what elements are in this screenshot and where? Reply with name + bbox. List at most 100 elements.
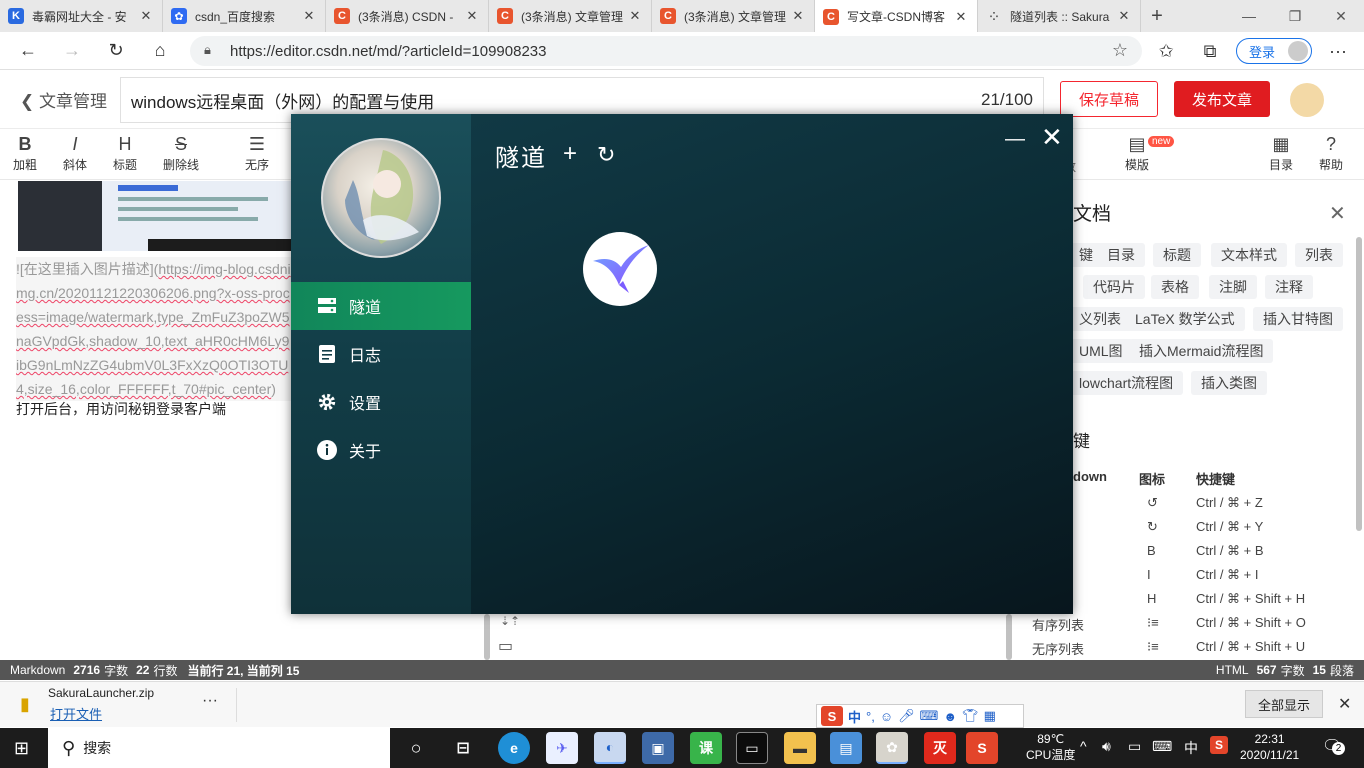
scrollbar-right[interactable] [1006, 614, 1012, 660]
emoji-icon[interactable]: ☺ [880, 709, 893, 724]
sogou-icon[interactable]: S [821, 706, 843, 726]
terminal-icon[interactable]: ▭ [736, 732, 768, 764]
reload-icon[interactable]: ↻ [94, 32, 138, 70]
scrollbar-left[interactable] [484, 614, 490, 660]
app-minimize-icon[interactable]: — [1005, 128, 1025, 151]
home-icon[interactable]: ⌂ [138, 32, 182, 70]
tab-close-icon[interactable]: ✕ [627, 8, 643, 24]
unordered-list-button[interactable]: ☰ 无序 [242, 134, 272, 173]
sakura-app-icon[interactable]: ◐ [594, 732, 626, 764]
back-icon[interactable]: ← [6, 32, 50, 70]
help-scrollbar[interactable] [1356, 237, 1362, 531]
course-app-icon[interactable]: 课 [690, 732, 722, 764]
more-menu-icon[interactable]: ··· [1316, 32, 1360, 70]
ime-punct[interactable]: °, [866, 709, 875, 724]
help-chip[interactable]: 表格 [1151, 275, 1199, 299]
notification-icon[interactable]: 🗨︎2 [1322, 736, 1345, 756]
language-indicator[interactable]: 中 [1184, 738, 1198, 758]
help-close-icon[interactable]: ✕ [1329, 201, 1346, 226]
app-close-icon[interactable]: ✕ [1041, 122, 1063, 153]
tab-close-icon[interactable]: ✕ [464, 8, 480, 24]
help-chip[interactable]: 注释 [1265, 275, 1313, 299]
browser-tab[interactable]: ✿ csdn_百度搜索 ✕ [163, 0, 326, 32]
tab-close-icon[interactable]: ✕ [301, 8, 317, 24]
ime-mode[interactable]: 中 [848, 707, 861, 726]
help-chip[interactable]: 代码片 [1083, 275, 1145, 299]
browser-tab[interactable]: ⁘ 隧道列表 :: Sakura ✕ [978, 0, 1141, 32]
computer-app-icon[interactable]: ▤ [830, 732, 862, 764]
feishu-icon[interactable]: ✈ [546, 732, 578, 764]
new-tab-button[interactable]: + [1141, 0, 1173, 32]
cortana-icon[interactable]: ○ [400, 732, 432, 764]
help-chip[interactable]: lowchart流程图 [1069, 371, 1184, 395]
help-chip[interactable]: 插入类图 [1191, 371, 1267, 395]
heading-button[interactable]: H 标题 [110, 134, 140, 173]
help-chip[interactable]: 标题 [1153, 243, 1201, 267]
cpu-temp[interactable]: 89℃ CPU温度 [1026, 731, 1075, 763]
favorites-icon[interactable]: ✩ [1144, 32, 1188, 70]
close-download-bar-icon[interactable]: ✕ [1338, 694, 1351, 714]
collapse-icon[interactable]: ⇣⇡ [500, 614, 520, 628]
app-menu-item[interactable]: 隧道 [291, 282, 471, 330]
strikethrough-button[interactable]: S 删除线 [160, 134, 202, 173]
favorite-star-icon[interactable]: ☆ [1112, 40, 1128, 61]
app-menu-item[interactable]: 设置 [291, 378, 471, 426]
edge-icon[interactable]: e [498, 732, 530, 764]
publish-button[interactable]: 发布文章 [1174, 81, 1270, 117]
browser-tab[interactable]: C (3条消息) 文章管理 ✕ [489, 0, 652, 32]
help-chip[interactable]: 注脚 [1209, 275, 1257, 299]
app-menu-item[interactable]: 日志 [291, 330, 471, 378]
image-viewer-icon[interactable]: ▣ [642, 732, 674, 764]
download-more-button[interactable]: ··· [202, 692, 218, 710]
sogou-tray-icon[interactable]: S [1210, 736, 1228, 754]
volume-icon[interactable]: 🔊︎ [1102, 738, 1111, 755]
help-chip[interactable]: 义列表 [1069, 307, 1131, 331]
help-chip[interactable]: UML图 [1069, 339, 1133, 363]
open-file-link[interactable]: 打开文件 [50, 704, 102, 723]
app-menu-item[interactable]: 关于 [291, 426, 471, 474]
user-icon[interactable]: ☻ [943, 709, 957, 724]
bold-button[interactable]: B 加粗 [10, 134, 40, 173]
italic-button[interactable]: I 斜体 [60, 134, 90, 173]
save-draft-button[interactable]: 保存草稿 [1060, 81, 1158, 117]
taskbar-search[interactable]: ⚲ 搜索 [48, 728, 390, 768]
chevron-up-icon[interactable]: ^ [1080, 738, 1087, 754]
grid-icon[interactable]: ▦ [984, 708, 996, 724]
microphone-icon[interactable]: 🎤︎ [898, 708, 915, 724]
tab-close-icon[interactable]: ✕ [790, 8, 806, 24]
keyboard-tray-icon[interactable]: ⌨ [1152, 738, 1172, 755]
template-button[interactable]: ▤ 模版 new [1122, 134, 1175, 173]
refresh-icon[interactable]: ↻ [597, 142, 615, 168]
anime-app-icon[interactable]: ✿ [876, 732, 908, 764]
minimize-icon[interactable]: — [1226, 0, 1272, 32]
tab-close-icon[interactable]: ✕ [1116, 8, 1132, 24]
user-avatar[interactable] [1290, 83, 1324, 117]
keyboard-icon[interactable]: ⌨ [920, 708, 939, 724]
help-chip[interactable]: 目录 [1097, 243, 1145, 267]
clock[interactable]: 22:31 2020/11/21 [1240, 731, 1299, 763]
laptop-icon[interactable]: ▭ [498, 636, 513, 656]
tab-close-icon[interactable]: ✕ [138, 8, 154, 24]
kingsoft-app-icon[interactable]: 灭 [924, 732, 956, 764]
toc-button[interactable]: ▦ 目录 [1266, 134, 1296, 173]
task-view-icon[interactable]: ⊟ [447, 732, 479, 764]
login-button[interactable]: 登录 [1236, 38, 1312, 64]
show-all-button[interactable]: 全部显示 [1245, 690, 1323, 718]
url-field[interactable]: 🔒︎ https://editor.csdn.net/md/?articleId… [190, 36, 1142, 66]
back-to-articles[interactable]: ❮ 文章管理 [20, 87, 107, 112]
restore-icon[interactable]: ❐ [1272, 0, 1318, 32]
help-chip[interactable]: LaTeX 数学公式 [1125, 307, 1245, 331]
browser-tab[interactable]: K 毒霸网址大全 - 安 ✕ [0, 0, 163, 32]
add-tunnel-icon[interactable]: + [563, 140, 577, 168]
tab-close-icon[interactable]: ✕ [953, 9, 969, 25]
help-button[interactable]: ? 帮助 [1316, 134, 1346, 173]
forward-icon[interactable]: → [50, 32, 94, 70]
help-chip[interactable]: 插入甘特图 [1253, 307, 1343, 331]
browser-tab[interactable]: C 写文章-CSDN博客 ✕ [815, 0, 978, 33]
markdown-editor[interactable]: ![在这里插入图片描述](https://img-blog.csdnimg.cn… [0, 181, 291, 659]
file-explorer-icon[interactable]: ▬ [784, 732, 816, 764]
help-chip[interactable]: 列表 [1295, 243, 1343, 267]
help-chip[interactable]: 文本样式 [1211, 243, 1287, 267]
browser-tab[interactable]: C (3条消息) CSDN - ✕ [326, 0, 489, 32]
collections-icon[interactable]: ⧉ [1188, 32, 1232, 70]
